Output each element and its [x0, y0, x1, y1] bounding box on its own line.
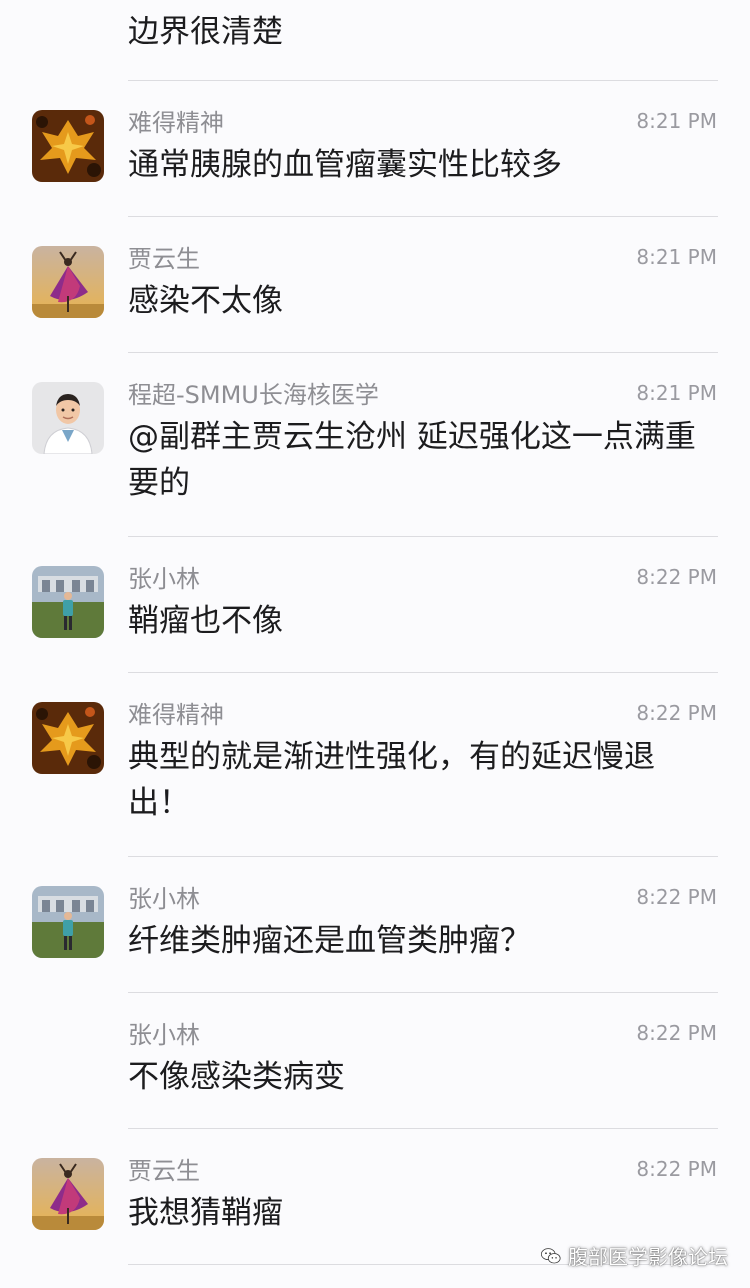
- outdoor-person-avatar[interactable]: [32, 566, 104, 638]
- message-time: 8:22 PM: [636, 1157, 717, 1181]
- message-time: 8:22 PM: [636, 1021, 717, 1045]
- message-text: 鞘瘤也不像: [128, 603, 283, 639]
- message-text: 不像感染类病变: [128, 1059, 345, 1095]
- divider: [128, 352, 718, 353]
- message-text: 纤维类肿瘤还是血管类肿瘤？: [128, 923, 531, 959]
- sender-name: 张小林: [128, 885, 200, 913]
- watermark: 腹部医学影像论坛: [540, 1241, 728, 1270]
- sender-name: 张小林: [128, 1021, 200, 1049]
- divider: [128, 856, 718, 857]
- sender-name: 程超-SMMU长海核医学: [128, 381, 379, 409]
- chat-transcript: 边界很清楚 难得精神 8:21 PM 通常胰腺的血管瘤囊实性比较多 贾云生 8:…: [0, 0, 750, 1288]
- message-time: 8:22 PM: [636, 885, 717, 909]
- outdoor-person-avatar[interactable]: [32, 886, 104, 958]
- message-time: 8:22 PM: [636, 565, 717, 589]
- divider: [128, 216, 718, 217]
- wechat-logo-icon: [541, 1247, 561, 1263]
- sender-name: 难得精神: [128, 701, 224, 729]
- divider: [128, 1128, 718, 1129]
- sender-name: 难得精神: [128, 109, 224, 137]
- divider: [128, 672, 718, 673]
- message-text: 典型的就是渐进性强化，有的延迟慢退出！: [128, 739, 655, 821]
- divider: [128, 992, 718, 993]
- sender-name: 贾云生: [128, 245, 200, 273]
- message-time: 8:22 PM: [636, 701, 717, 725]
- dancer-avatar[interactable]: [32, 1158, 104, 1230]
- divider: [128, 536, 718, 537]
- message-time: 8:21 PM: [636, 109, 717, 133]
- message-text-fragment: 边界很清楚: [128, 14, 283, 50]
- autumn-leaf-avatar[interactable]: [32, 702, 104, 774]
- divider: [128, 80, 718, 81]
- watermark-text: 腹部医学影像论坛: [568, 1245, 728, 1269]
- doctor-avatar[interactable]: [32, 382, 104, 454]
- message-time: 8:21 PM: [636, 245, 717, 269]
- message-text: 通常胰腺的血管瘤囊实性比较多: [128, 147, 562, 183]
- sender-name: 张小林: [128, 565, 200, 593]
- dancer-avatar[interactable]: [32, 246, 104, 318]
- message-text: 我想猜鞘瘤: [128, 1195, 283, 1231]
- sender-name: 贾云生: [128, 1157, 200, 1185]
- message-text: 感染不太像: [128, 283, 283, 319]
- message-text: @副群主贾云生沧州 延迟强化这一点满重要的: [128, 419, 696, 501]
- autumn-leaf-avatar[interactable]: [32, 110, 104, 182]
- message-time: 8:21 PM: [636, 381, 717, 405]
